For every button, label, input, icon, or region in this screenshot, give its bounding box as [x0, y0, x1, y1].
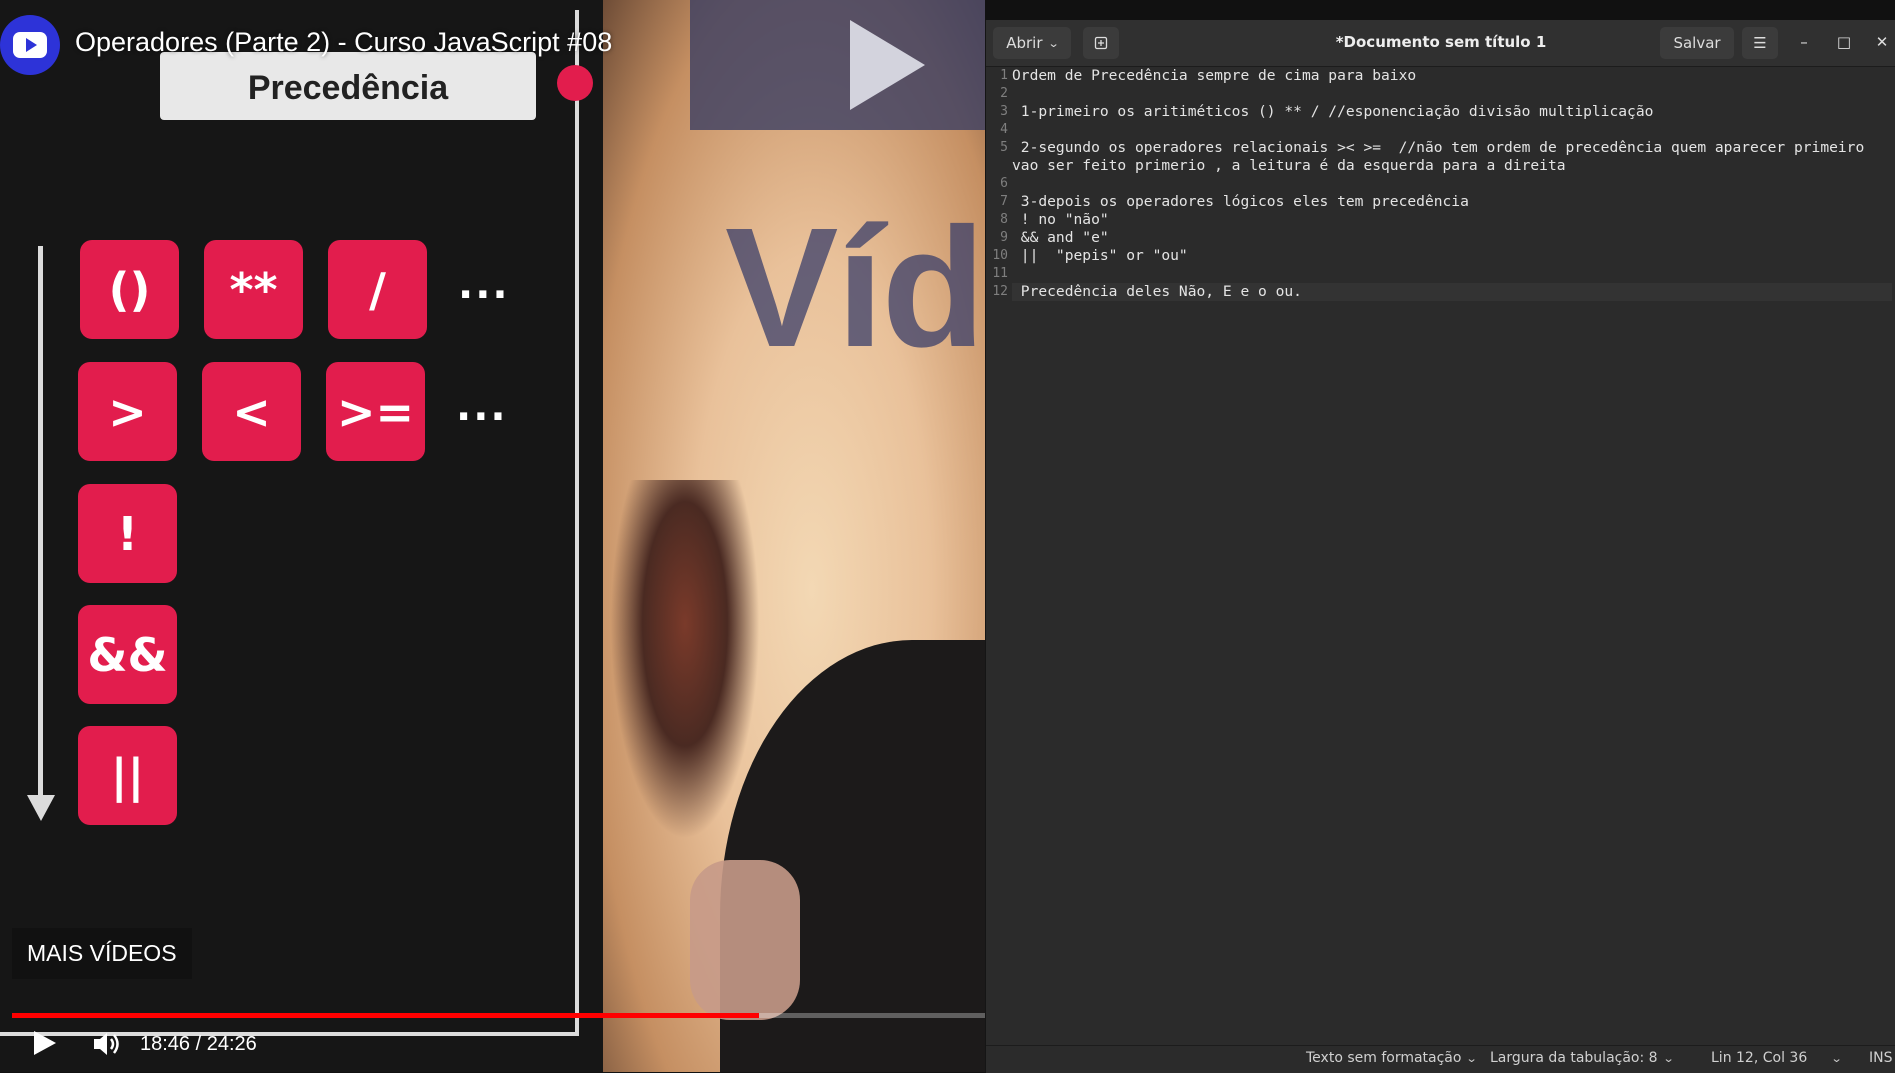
line-number — [986, 157, 1008, 175]
operator-and: && — [78, 605, 177, 704]
video-player[interactable]: Víde Precedência () ** / ... > < >= ... … — [0, 0, 985, 1072]
code-line[interactable]: && and "e" — [1012, 229, 1892, 247]
operator-not: ! — [78, 484, 177, 583]
line-number: 6 — [1000, 176, 1008, 191]
code-line[interactable] — [1012, 85, 1892, 103]
chevron-down-icon: ⌄ — [1047, 36, 1060, 50]
line-number: 1 — [1000, 68, 1008, 83]
close-icon[interactable]: ✕ — [1872, 32, 1892, 52]
operator-or: || — [78, 726, 177, 825]
line-number: 9 — [1000, 230, 1008, 245]
code-line[interactable]: || "pepis" or "ou" — [1012, 247, 1892, 265]
line-number: 2 — [1000, 86, 1008, 101]
code-line[interactable] — [1012, 121, 1892, 139]
slide-frame-line — [575, 10, 579, 1035]
open-button-label: Abrir — [1006, 34, 1043, 52]
chevron-down-icon: ⌄ — [1830, 1052, 1843, 1065]
operator-less: < — [202, 362, 301, 461]
volume-icon[interactable] — [92, 1030, 122, 1058]
code-line[interactable]: 1-primeiro os aritiméticos () ** / //esp… — [1012, 103, 1892, 121]
background-text: Víde — [725, 193, 985, 383]
line-number: 5 — [1000, 140, 1008, 155]
language-label: Texto sem formatação — [1306, 1050, 1462, 1066]
down-arrow-icon — [38, 246, 43, 801]
code-line[interactable] — [1012, 175, 1892, 193]
line-number: 10 — [992, 248, 1008, 263]
text-editor-window: Abrir ⌄ *Documento sem título 1 Salvar ☰… — [985, 20, 1895, 1073]
line-number: 11 — [992, 266, 1008, 281]
line-number: 3 — [1000, 104, 1008, 119]
code-line[interactable]: Precedência deles Não, E e o ou. — [1012, 283, 1892, 301]
menu-button[interactable]: ☰ — [1742, 27, 1778, 59]
code-line[interactable] — [1012, 265, 1892, 283]
tab-width-selector[interactable]: Largura da tabulação: 8 ⌄ — [1490, 1050, 1675, 1066]
open-button[interactable]: Abrir ⌄ — [993, 27, 1071, 59]
line-number-gutter: 1 2 3 4 5 6 7 8 9 10 11 12 — [986, 67, 1008, 301]
code-line[interactable]: ! no "não" — [1012, 211, 1892, 229]
hamburger-menu-icon: ☰ — [1753, 34, 1767, 52]
background-play-logo — [850, 20, 925, 110]
text-area[interactable]: 1 2 3 4 5 6 7 8 9 10 11 12 Ordem de Precedência sem… — [986, 67, 1895, 1037]
maximize-icon[interactable]: □ — [1834, 32, 1854, 52]
cursor-position[interactable]: Lin 12, Col 36 — [1711, 1050, 1807, 1066]
code-line[interactable]: 2-segundo os operadores relacionais >< >… — [1012, 139, 1892, 157]
code-content[interactable]: Ordem de Precedência sempre de cima para… — [1012, 67, 1892, 301]
operator-divide: / — [328, 240, 427, 339]
channel-logo-icon[interactable] — [0, 15, 60, 75]
language-selector[interactable]: Texto sem formatação ⌄ — [1306, 1050, 1479, 1066]
operator-greater: > — [78, 362, 177, 461]
new-tab-button[interactable] — [1083, 27, 1119, 59]
tab-width-label: Largura da tabulação: 8 — [1490, 1050, 1658, 1066]
presenter-hand — [690, 860, 800, 1020]
more-videos-button[interactable]: MAIS VÍDEOS — [12, 928, 192, 979]
play-icon[interactable] — [34, 1031, 56, 1055]
progress-bar[interactable] — [12, 1013, 985, 1018]
progress-fill — [12, 1013, 760, 1018]
new-tab-icon — [1094, 36, 1108, 50]
code-line[interactable]: Ordem de Precedência sempre de cima para… — [1012, 67, 1892, 85]
save-button[interactable]: Salvar — [1660, 27, 1734, 59]
minimize-icon[interactable]: – — [1794, 32, 1814, 52]
operator-parentheses: () — [80, 240, 179, 339]
operator-exponent: ** — [204, 240, 303, 339]
line-number: 4 — [1000, 122, 1008, 137]
cursor-position-label: Lin 12, Col 36 — [1711, 1050, 1808, 1066]
slide-frame-line — [0, 1032, 579, 1036]
time-display: 18:46 / 24:26 — [140, 1033, 257, 1055]
ellipsis: ... — [456, 384, 508, 430]
line-number: 8 — [1000, 212, 1008, 227]
code-line[interactable]: vao ser feito primerio , a leitura é da … — [1012, 157, 1892, 175]
background-banner — [690, 0, 985, 130]
video-title[interactable]: Operadores (Parte 2) - Curso JavaScript … — [75, 27, 612, 58]
position-menu-chevron[interactable]: ⌄ — [1826, 1050, 1843, 1066]
header-bar: Abrir ⌄ *Documento sem título 1 Salvar ☰… — [986, 20, 1895, 67]
insert-mode[interactable]: INS — [1869, 1050, 1893, 1066]
code-line[interactable]: 3-depois os operadores lógicos eles tem … — [1012, 193, 1892, 211]
line-number: 12 — [992, 284, 1008, 299]
line-number: 7 — [1000, 194, 1008, 209]
toy-figure — [610, 480, 760, 840]
chevron-down-icon: ⌄ — [1466, 1052, 1479, 1065]
chevron-down-icon: ⌄ — [1662, 1052, 1675, 1065]
slide-panel: Precedência () ** / ... > < >= ... ! && … — [0, 0, 603, 1072]
operator-greater-equal: >= — [326, 362, 425, 461]
slide-title: Precedência — [160, 52, 536, 120]
record-dot-icon — [557, 65, 593, 101]
down-arrow-head-icon — [27, 795, 55, 821]
status-bar: Texto sem formatação ⌄ Largura da tabulaç… — [986, 1045, 1895, 1073]
ellipsis: ... — [458, 262, 510, 308]
